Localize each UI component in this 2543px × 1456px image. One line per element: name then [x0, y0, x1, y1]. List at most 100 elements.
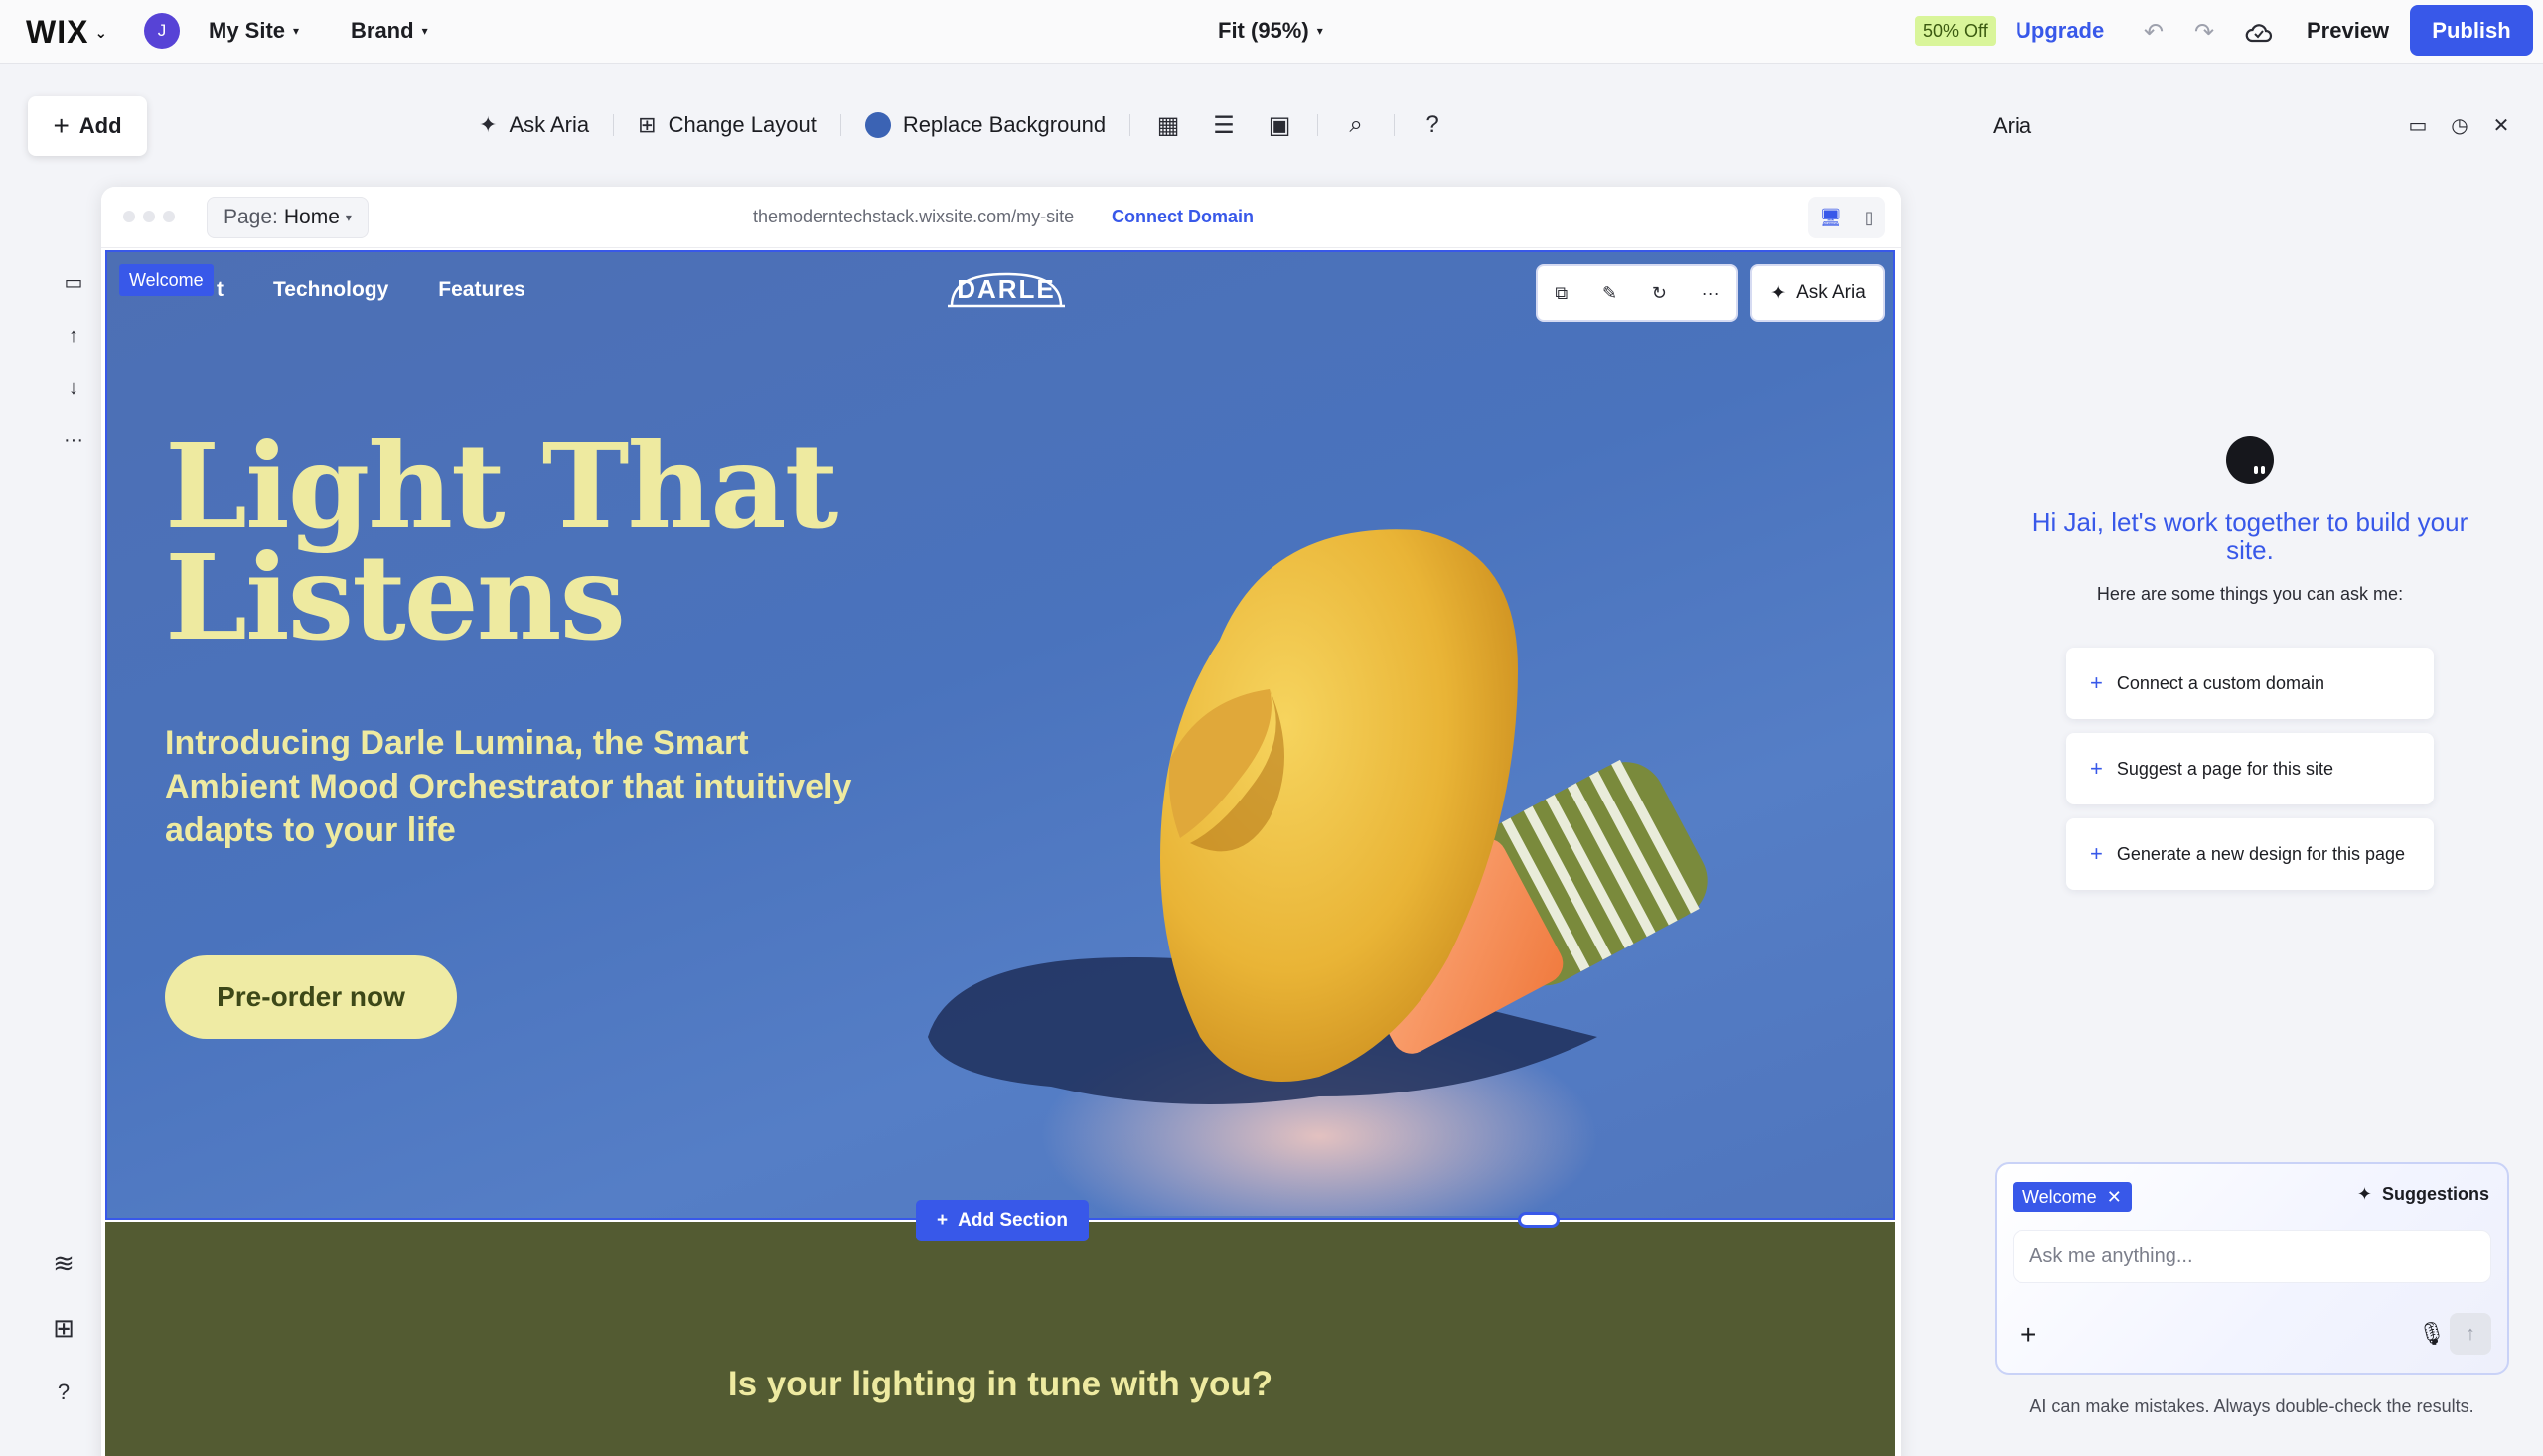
section-settings-icon[interactable]: ▭	[56, 264, 91, 300]
send-arrow-icon[interactable]: ↑	[2450, 1313, 2491, 1355]
menu-lines-icon[interactable]: ☰	[1196, 111, 1252, 140]
zoom-label: Fit (95%)	[1218, 18, 1309, 43]
mobile-view-icon[interactable]: ▯	[1865, 208, 1874, 228]
brand-menu[interactable]: Brand ▾	[351, 18, 428, 44]
device-view-toggle: 🖥 ▯	[1808, 197, 1885, 238]
connect-domain-link[interactable]: Connect Domain	[1112, 207, 1254, 227]
site-logo-text: DARLE	[957, 274, 1056, 304]
help-icon[interactable]: ?	[44, 1373, 83, 1412]
more-options-icon[interactable]: ···	[56, 422, 91, 458]
next-section[interactable]: Is your lighting in tune with you?	[105, 1222, 1895, 1456]
aria-hint: Here are some things you can ask me:	[2096, 584, 2404, 604]
user-avatar[interactable]: J	[144, 13, 180, 49]
attach-plus-icon[interactable]: +	[2020, 1319, 2036, 1351]
suggestion-suggest-page[interactable]: + Suggest a page for this site	[2066, 733, 2434, 804]
site-logo[interactable]: DARLE	[948, 268, 1065, 308]
redo-icon[interactable]: ↷	[2186, 14, 2222, 50]
animation-icon[interactable]: ⌕	[1328, 111, 1384, 139]
table-icon[interactable]: ⊞	[44, 1308, 83, 1348]
publish-button[interactable]: Publish	[2410, 5, 2533, 56]
chevron-down-icon: ▾	[293, 24, 300, 38]
plus-icon: +	[937, 1210, 949, 1231]
aria-avatar	[2226, 436, 2274, 484]
next-section-title[interactable]: Is your lighting in tune with you?	[105, 1365, 1895, 1404]
hero-title[interactable]: Light That Listens	[165, 417, 838, 666]
close-icon[interactable]: ✕	[2107, 1187, 2122, 1208]
hero-title-line-2: Listens	[165, 528, 626, 666]
hero-subtitle[interactable]: Introducing Darle Lumina, the Smart Ambi…	[165, 721, 880, 852]
suggestions-button[interactable]: ✦ Suggestions	[2357, 1184, 2489, 1205]
divider	[1129, 114, 1131, 136]
layers-icon[interactable]: ≋	[44, 1243, 83, 1283]
site-canvas-frame: Page: Home ▾ themoderntechstack.wixsite.…	[101, 187, 1901, 1456]
wix-logo-menu[interactable]: WIX ⌄	[26, 14, 108, 51]
hero-title-line-1: Light That	[165, 417, 838, 555]
ask-aria-tool[interactable]: ✦ Ask Aria	[465, 112, 603, 138]
preorder-button[interactable]: Pre-order now	[165, 955, 457, 1039]
desktop-view-icon[interactable]: 🖥	[1819, 208, 1842, 228]
nav-item-about[interactable]: t	[217, 278, 224, 302]
chat-icon[interactable]: ▭	[2404, 111, 2432, 139]
aria-chat-input[interactable]	[2013, 1230, 2491, 1283]
chevron-down-icon: ⌄	[94, 24, 109, 42]
add-label: Add	[78, 113, 122, 138]
add-elements-button[interactable]: + Add	[28, 96, 147, 156]
aria-chat-box: Welcome ✕ ✦ Suggestions + 🎙 ↑	[1995, 1162, 2509, 1375]
help-icon[interactable]: ?	[1405, 111, 1460, 139]
more-options-icon[interactable]: ···	[1702, 283, 1720, 304]
nav-item-features[interactable]: Features	[438, 278, 525, 302]
suggestion-label: Generate a new design for this page	[2116, 843, 2406, 864]
section-toolbar: ✦ Ask Aria ⊞ Change Layout Replace Backg…	[465, 105, 1460, 145]
suggestion-label: Suggest a page for this site	[2116, 758, 2333, 779]
plus-icon: +	[53, 110, 70, 141]
window-dots	[123, 211, 175, 222]
history-icon[interactable]: ◷	[2446, 111, 2473, 139]
element-floating-toolbar: ⧉ ✎ ↻ ···	[1536, 264, 1738, 322]
microphone-icon[interactable]: 🎙	[2418, 1321, 2446, 1347]
replace-background-label: Replace Background	[902, 112, 1107, 137]
page-dropdown[interactable]: Page: Home ▾	[207, 197, 369, 238]
change-layout-tool[interactable]: ⊞ Change Layout	[624, 112, 830, 138]
background-color-swatch	[864, 112, 891, 138]
nav-item-technology[interactable]: Technology	[273, 278, 388, 302]
hero-section[interactable]: Welcome t Technology Features DARLE ⧉ ✎ …	[105, 250, 1895, 1220]
canvas-address-bar: Page: Home ▾ themoderntechstack.wixsite.…	[101, 187, 1901, 248]
aria-panel-title: Aria	[1993, 113, 2032, 138]
preview-button[interactable]: Preview	[2307, 18, 2389, 44]
magic-edit-icon[interactable]: ✎	[1602, 283, 1617, 304]
lamp-product-image[interactable]	[803, 401, 1796, 1216]
close-icon[interactable]: ✕	[2487, 111, 2515, 139]
divider	[1394, 114, 1396, 136]
aria-greeting: Hi Jai, let's work together to build you…	[2031, 508, 2468, 565]
sparkle-icon: ✦	[479, 112, 498, 137]
floating-ask-aria-button[interactable]: ✦ Ask Aria	[1750, 264, 1885, 322]
site-menu[interactable]: My Site ▾	[209, 18, 299, 44]
section-resize-handle[interactable]	[1518, 1212, 1560, 1228]
design-icon[interactable]: ⧉	[1555, 283, 1568, 304]
context-tag[interactable]: Welcome ✕	[2013, 1182, 2132, 1212]
add-section-button[interactable]: + Add Section	[916, 1200, 1089, 1241]
sparkle-icon: ✦	[2356, 1184, 2372, 1204]
add-section-label: Add Section	[958, 1210, 1068, 1231]
plus-icon: +	[2090, 841, 2103, 866]
divider	[839, 114, 841, 136]
undo-icon[interactable]: ↶	[2136, 14, 2171, 50]
suggestion-new-design[interactable]: + Generate a new design for this page	[2066, 818, 2434, 890]
move-down-icon[interactable]: ↓	[56, 370, 91, 406]
section-background-icon[interactable]: ▣	[1252, 111, 1307, 140]
upgrade-link[interactable]: Upgrade	[2016, 18, 2104, 44]
section-name-tag[interactable]: Welcome	[119, 264, 214, 296]
suggestion-connect-domain[interactable]: + Connect a custom domain	[2066, 648, 2434, 719]
divider	[613, 114, 615, 136]
plus-icon: +	[2090, 670, 2103, 695]
plus-icon: +	[2090, 756, 2103, 781]
cloud-save-icon[interactable]	[2241, 14, 2277, 50]
replace-background-tool[interactable]: Replace Background	[851, 112, 1120, 138]
grid-pattern-icon[interactable]: ▦	[1140, 111, 1196, 140]
layout-icon: ⊞	[638, 112, 657, 137]
zoom-dropdown[interactable]: Fit (95%) ▾	[1218, 18, 1323, 44]
divider	[1317, 114, 1319, 136]
regenerate-icon[interactable]: ↻	[1652, 283, 1667, 304]
chevron-down-icon: ▾	[1316, 24, 1323, 38]
move-up-icon[interactable]: ↑	[56, 318, 91, 354]
